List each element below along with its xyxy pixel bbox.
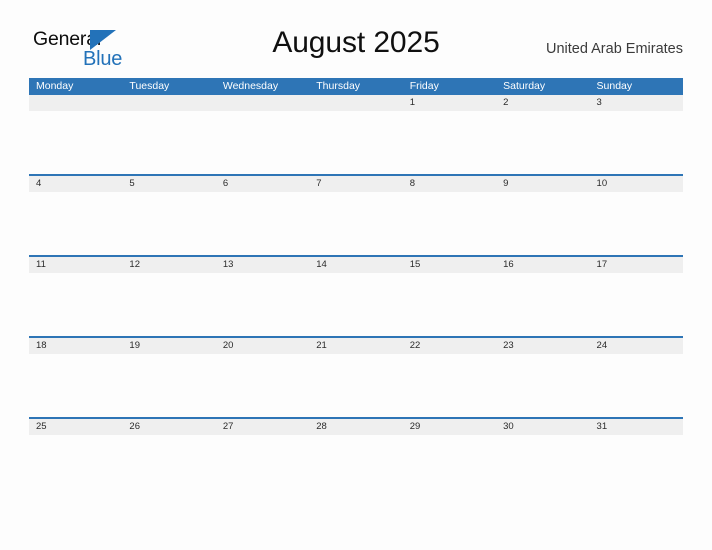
- day-content-area[interactable]: [122, 192, 215, 255]
- day-content-area[interactable]: [29, 435, 122, 498]
- day-cell[interactable]: 26: [122, 419, 215, 435]
- day-content-area[interactable]: [122, 435, 215, 498]
- week-body-row: [29, 192, 683, 255]
- week-row: 4 5 6 7 8 9 10: [29, 174, 683, 255]
- calendar-page: General Blue August 2025 United Arab Emi…: [0, 0, 712, 550]
- day-cell[interactable]: 11: [29, 257, 122, 273]
- day-content-area[interactable]: [403, 192, 496, 255]
- day-cell[interactable]: 30: [496, 419, 589, 435]
- day-cell[interactable]: 27: [216, 419, 309, 435]
- day-cell[interactable]: [309, 95, 402, 111]
- day-cell[interactable]: 18: [29, 338, 122, 354]
- country-label: United Arab Emirates: [545, 41, 683, 57]
- day-content-area[interactable]: [309, 354, 402, 417]
- day-cell[interactable]: 12: [122, 257, 215, 273]
- day-content-area[interactable]: [590, 435, 683, 498]
- day-content-area[interactable]: [309, 111, 402, 174]
- weekday-header-wednesday: Wednesday: [222, 80, 279, 92]
- day-cell[interactable]: [216, 95, 309, 111]
- day-content-area[interactable]: [122, 354, 215, 417]
- day-content-area[interactable]: [403, 111, 496, 174]
- weekday-header-thursday: Thursday: [316, 80, 361, 92]
- day-content-area[interactable]: [122, 111, 215, 174]
- day-content-area[interactable]: [403, 354, 496, 417]
- day-cell[interactable]: 14: [309, 257, 402, 273]
- day-content-area[interactable]: [216, 354, 309, 417]
- day-cell[interactable]: 6: [216, 176, 309, 192]
- week-date-band: 11 12 13 14 15 16 17: [29, 255, 683, 273]
- weekday-header-monday: Monday: [36, 80, 74, 92]
- weekday-header-sunday: Sunday: [596, 80, 633, 92]
- day-content-area[interactable]: [496, 435, 589, 498]
- week-row: 18 19 20 21 22 23 24: [29, 336, 683, 417]
- day-cell[interactable]: 15: [403, 257, 496, 273]
- day-content-area[interactable]: [496, 192, 589, 255]
- week-row: 1 2 3: [29, 95, 683, 174]
- day-cell[interactable]: 3: [590, 95, 683, 111]
- page-header: General Blue August 2025 United Arab Emi…: [0, 0, 712, 78]
- week-row: 11 12 13 14 15 16 17: [29, 255, 683, 336]
- day-cell[interactable]: 16: [496, 257, 589, 273]
- day-cell[interactable]: 13: [216, 257, 309, 273]
- day-content-area[interactable]: [496, 354, 589, 417]
- weekday-header-friday: Friday: [409, 80, 439, 92]
- day-cell[interactable]: 21: [309, 338, 402, 354]
- day-content-area[interactable]: [309, 273, 402, 336]
- weekday-header-saturday: Saturday: [503, 80, 546, 92]
- day-content-area[interactable]: [496, 111, 589, 174]
- day-content-area[interactable]: [29, 192, 122, 255]
- day-content-area[interactable]: [590, 354, 683, 417]
- day-content-area[interactable]: [216, 273, 309, 336]
- day-content-area[interactable]: [309, 435, 402, 498]
- day-content-area[interactable]: [122, 273, 215, 336]
- day-cell[interactable]: 5: [122, 176, 215, 192]
- day-cell[interactable]: 1: [403, 95, 496, 111]
- week-body-row: [29, 273, 683, 336]
- week-body-row: [29, 354, 683, 417]
- day-cell[interactable]: 9: [496, 176, 589, 192]
- day-cell[interactable]: 31: [590, 419, 683, 435]
- week-date-band: 4 5 6 7 8 9 10: [29, 174, 683, 192]
- day-content-area[interactable]: [496, 273, 589, 336]
- day-content-area[interactable]: [216, 435, 309, 498]
- day-cell[interactable]: [29, 95, 122, 111]
- week-date-band: 25 26 27 28 29 30 31: [29, 417, 683, 435]
- weekday-header-row: Monday Tuesday Wednesday Thursday Friday…: [29, 78, 683, 95]
- week-body-row: [29, 111, 683, 174]
- week-row: 25 26 27 28 29 30 31: [29, 417, 683, 498]
- calendar-grid: Monday Tuesday Wednesday Thursday Friday…: [29, 78, 683, 498]
- day-cell[interactable]: 25: [29, 419, 122, 435]
- day-content-area[interactable]: [216, 111, 309, 174]
- day-content-area[interactable]: [29, 111, 122, 174]
- day-content-area[interactable]: [29, 354, 122, 417]
- day-content-area[interactable]: [590, 192, 683, 255]
- day-cell[interactable]: 23: [496, 338, 589, 354]
- day-cell[interactable]: 2: [496, 95, 589, 111]
- day-content-area[interactable]: [309, 192, 402, 255]
- day-content-area[interactable]: [590, 111, 683, 174]
- day-cell[interactable]: 4: [29, 176, 122, 192]
- day-content-area[interactable]: [403, 273, 496, 336]
- week-date-band: 18 19 20 21 22 23 24: [29, 336, 683, 354]
- day-cell[interactable]: 17: [590, 257, 683, 273]
- day-content-area[interactable]: [590, 273, 683, 336]
- day-cell[interactable]: 24: [590, 338, 683, 354]
- week-date-band: 1 2 3: [29, 95, 683, 111]
- day-cell[interactable]: 10: [590, 176, 683, 192]
- day-content-area[interactable]: [29, 273, 122, 336]
- day-cell[interactable]: 20: [216, 338, 309, 354]
- day-cell[interactable]: 29: [403, 419, 496, 435]
- day-cell[interactable]: 8: [403, 176, 496, 192]
- weekday-header-tuesday: Tuesday: [129, 80, 170, 92]
- day-cell[interactable]: 28: [309, 419, 402, 435]
- week-body-row: [29, 435, 683, 498]
- day-content-area[interactable]: [216, 192, 309, 255]
- day-cell[interactable]: 22: [403, 338, 496, 354]
- day-cell[interactable]: [122, 95, 215, 111]
- day-content-area[interactable]: [403, 435, 496, 498]
- day-cell[interactable]: 7: [309, 176, 402, 192]
- day-cell[interactable]: 19: [122, 338, 215, 354]
